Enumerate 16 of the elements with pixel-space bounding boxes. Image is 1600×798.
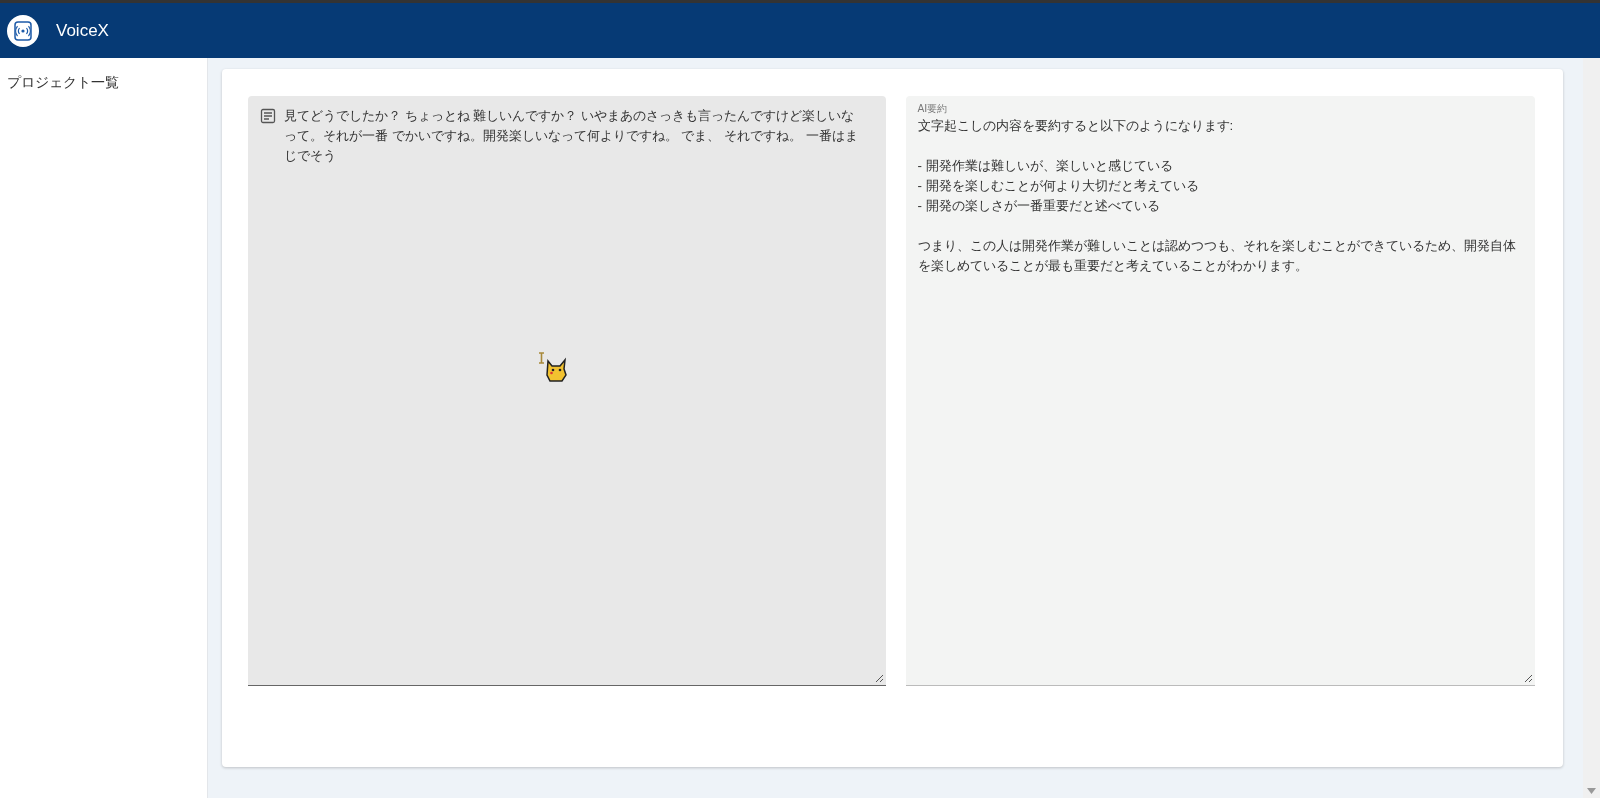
summary-label: AI要約 [917,102,948,116]
summary-field[interactable]: AI要約 文字起こしの内容を要約すると以下のようになります: - 開発作業は難しいが、楽しいと感じている - 開発を楽しむことが何より大切だと考えている - 開発の楽しさが一番重要だと述べている つまり、この人は開発作業が難しいことは認めつつも、それを楽しむことができているため、開発自体を楽しめていることが最も重要だと考えていることがわかります。 [905,96,1535,686]
notes-icon [260,108,276,124]
transcript-field[interactable]: 見てどうでしたか？ ちょっとね 難しいんですか？ いやまあのさっきも言ったんですけど楽しいなって。それが一番 でかいですね。開発楽しいなって何よりですね。 でま、 それですね。 一番はまじでそう [248,96,886,686]
resize-handle-icon[interactable] [873,673,884,683]
character-sprite-icon [536,352,570,382]
app-title: VoiceX [56,20,109,41]
sidebar-item[interactable]: プロジェクト一覧 [7,74,119,92]
summary-conclusion: つまり、この人は開発作業が難しいことは認めつつも、それを楽しむことができているため、開発自体を楽しめていることが最も重要だと考えていることがわかります。 [917,237,1517,275]
app-logo-icon [6,13,40,48]
resize-handle-icon[interactable] [1523,673,1533,683]
summary-bullet: - 開発の楽しさが一番重要だと述べている [917,197,1161,215]
summary-bullet: - 開発作業は難しいが、楽しいと感じている [917,157,1174,175]
transcript-text: 見てどうでしたか？ ちょっとね 難しいんですか？ いやまあのさっきも言ったんですけど楽しいなって。それが一番 でかいですね。開発楽しいなって何よりですね。 でま、 それですね。 一番はまじでそう [284,107,859,165]
summary-intro: 文字起こしの内容を要約すると以下のようになります: [917,117,1235,135]
summary-bullet: - 開発を楽しむことが何より大切だと考えている [917,177,1200,195]
